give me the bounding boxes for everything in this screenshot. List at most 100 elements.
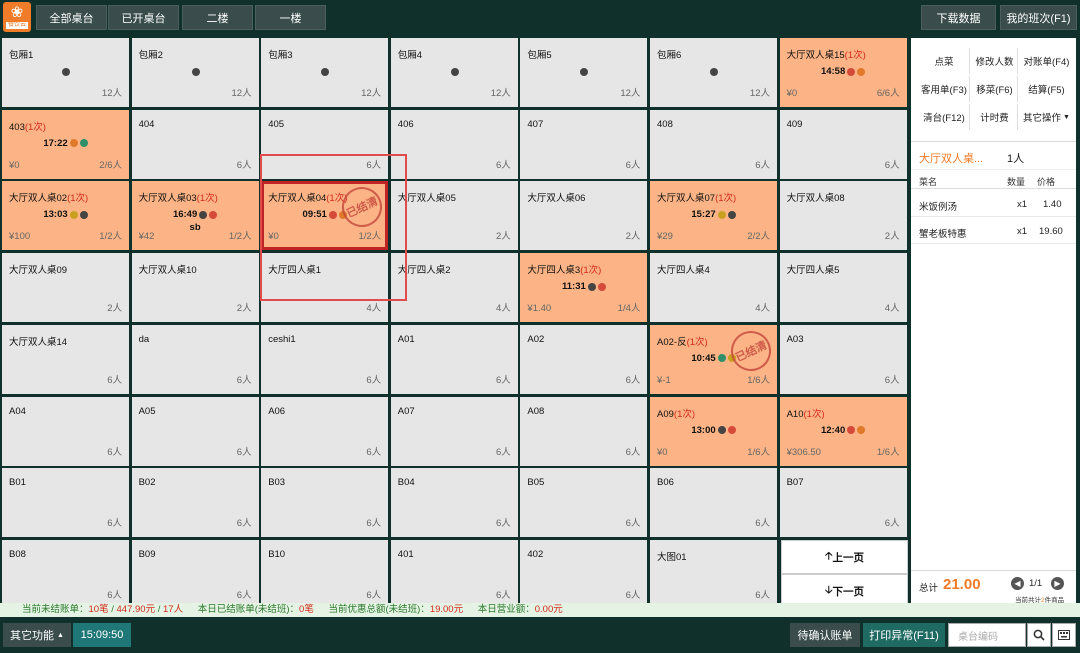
- table-cell[interactable]: A04 6人: [2, 396, 129, 466]
- table-name: A10(1次): [787, 406, 825, 420]
- tab-all-tables[interactable]: 全部桌台: [36, 5, 107, 30]
- pending-bills-button[interactable]: 待确认账单: [790, 623, 860, 647]
- other-functions-label: 其它功能: [10, 630, 55, 642]
- table-cell[interactable]: 402 6人: [520, 539, 648, 609]
- table-cell[interactable]: 404 6人: [131, 109, 259, 179]
- other-functions-button[interactable]: 其它功能 ▲: [3, 623, 71, 647]
- table-cell[interactable]: 包厢5 12人: [520, 38, 648, 107]
- guest-bill-button[interactable]: 客用单(F3): [919, 76, 969, 102]
- tab-floor-2[interactable]: 二楼: [182, 5, 253, 30]
- chevron-right-icon[interactable]: ▶: [1051, 577, 1064, 590]
- table-cell[interactable]: 大厅双人桌04(1次) 09:51 ¥0 1/2人 已结清: [261, 180, 389, 251]
- table-code-input[interactable]: 桌台编码: [948, 623, 1026, 647]
- table-cell[interactable]: 大图01 6人: [650, 539, 777, 609]
- table-capacity: 6人: [236, 446, 252, 458]
- other-ops-button[interactable]: 其它操作 ▼: [1017, 104, 1075, 130]
- table-cell[interactable]: B10 6人: [261, 539, 389, 609]
- tab-floor-1[interactable]: 一楼: [255, 5, 326, 30]
- keyboard-icon[interactable]: [1052, 623, 1076, 647]
- table-cell[interactable]: 包厢4 12人: [390, 38, 518, 107]
- clear-table-button[interactable]: 清台(F12): [919, 104, 969, 130]
- edit-people-button[interactable]: 修改人数: [969, 48, 1019, 74]
- table-cell[interactable]: 406 6人: [390, 109, 518, 179]
- table-cell[interactable]: ceshi1 6人: [261, 324, 389, 394]
- table-cell[interactable]: A01 6人: [390, 324, 518, 394]
- visit-count: (1次): [673, 408, 696, 420]
- table-cell[interactable]: A03 6人: [779, 324, 907, 394]
- search-icon[interactable]: [1027, 623, 1051, 647]
- table-cell[interactable]: da 6人: [131, 324, 259, 394]
- order-dish-button[interactable]: 点菜: [919, 48, 969, 74]
- table-name-text: A06: [268, 405, 286, 417]
- table-cell[interactable]: B09 6人: [131, 539, 259, 609]
- table-cell[interactable]: B02 6人: [131, 468, 259, 538]
- download-data-button[interactable]: 下载数据: [921, 5, 996, 30]
- table-cell[interactable]: 409 6人: [779, 109, 907, 179]
- table-cell[interactable]: 包厢3 12人: [261, 38, 389, 107]
- table-cell[interactable]: 大厅双人桌07(1次) 15:27 ¥29 2/2人: [650, 181, 777, 251]
- table-cell[interactable]: 包厢1 12人: [2, 38, 129, 107]
- table-cell[interactable]: A08 6人: [520, 396, 648, 466]
- move-dish-button[interactable]: 移菜(F6): [969, 76, 1019, 102]
- table-cell[interactable]: B08 6人: [2, 539, 129, 609]
- table-cell[interactable]: 大厅双人桌06 2人: [520, 181, 648, 251]
- table-cell[interactable]: A02-反(1次) 10:45 ¥-1 1/6人 已结清: [650, 324, 778, 394]
- order-row[interactable]: 蟹老板特惠 x1 19.60: [911, 218, 1076, 244]
- table-cell[interactable]: 401 6人: [390, 539, 518, 609]
- table-cell[interactable]: 大厅双人桌05 2人: [390, 181, 518, 251]
- table-cell[interactable]: 大厅四人桌5 4人: [779, 253, 907, 323]
- clock-display: 15:09:50: [73, 623, 131, 647]
- tab-open-tables[interactable]: 已开桌台: [108, 5, 179, 30]
- table-cell[interactable]: A06 6人: [261, 396, 389, 466]
- table-cell[interactable]: 包厢6 12人: [650, 38, 777, 107]
- table-cell[interactable]: B07 6人: [779, 468, 907, 538]
- table-name-text: 包厢5: [527, 50, 552, 61]
- table-cell[interactable]: B01 6人: [2, 468, 129, 538]
- status-icon: [328, 210, 337, 219]
- order-panel: 点菜 修改人数 对账单(F4) 客用单(F3) 移菜(F6) 结算(F5) 清台…: [911, 38, 1076, 604]
- table-status-line: 15:27: [650, 209, 777, 220]
- table-cell[interactable]: 大厅双人桌08 2人: [779, 181, 907, 251]
- table-cell[interactable]: 大厅双人桌03(1次) 16:49 sb ¥42 1/2人: [131, 181, 259, 251]
- table-cell[interactable]: 大厅四人桌3(1次) 11:31 ¥1.40 1/4人: [520, 253, 648, 323]
- table-cell[interactable]: 408 6人: [650, 109, 777, 179]
- order-qty: x1: [1017, 199, 1028, 210]
- table-cell[interactable]: 大厅四人桌2 4人: [390, 253, 518, 323]
- table-cell[interactable]: 大厅双人桌14 6人: [2, 324, 129, 394]
- table-cell[interactable]: B03 6人: [261, 468, 389, 538]
- table-name: B05: [527, 477, 544, 488]
- order-row[interactable]: 米饭例汤 x1 1.40: [911, 191, 1076, 217]
- table-name-text: 包厢1: [9, 50, 34, 61]
- table-cell[interactable]: 大厅双人桌15(1次) 14:58 ¥0 6/6人: [779, 38, 907, 107]
- table-cell[interactable]: 大厅双人桌09 2人: [2, 253, 129, 323]
- table-cell[interactable]: B05 6人: [520, 468, 648, 538]
- table-cell[interactable]: B04 6人: [390, 468, 518, 538]
- table-cell[interactable]: B06 6人: [650, 468, 777, 538]
- checkout-button[interactable]: 结算(F5): [1017, 76, 1075, 102]
- table-cell[interactable]: A05 6人: [131, 396, 259, 466]
- chevron-left-icon[interactable]: ◀: [1011, 577, 1024, 590]
- table-cell[interactable]: A02 6人: [520, 324, 648, 394]
- table-cell[interactable]: 包厢2 12人: [131, 38, 259, 107]
- table-cell[interactable]: A10(1次) 12:40 ¥306.50 1/6人: [779, 396, 907, 466]
- settled-label: 本日已结账单(未结班)：: [197, 604, 300, 615]
- table-cell[interactable]: 403(1次) 17:22 ¥0 2/6人: [2, 109, 129, 179]
- table-name: 大厅双人桌04(1次): [268, 190, 347, 204]
- print-error-button[interactable]: 打印异常(F11): [863, 623, 945, 647]
- statement-button[interactable]: 对账单(F4): [1017, 48, 1075, 74]
- table-cell[interactable]: 大厅双人桌02(1次) 13:03 ¥100 1/2人: [2, 181, 129, 251]
- table-name: 大厅四人桌4: [657, 262, 710, 276]
- table-cell[interactable]: A07 6人: [390, 396, 518, 466]
- table-cell[interactable]: 大厅双人桌10 2人: [131, 253, 259, 323]
- table-cell[interactable]: 大厅四人桌4 4人: [650, 253, 777, 323]
- prev-page-button[interactable]: 🡡 上一页: [781, 540, 908, 574]
- table-cell[interactable]: 大厅四人桌1 4人: [261, 253, 389, 323]
- table-cell[interactable]: 407 6人: [520, 109, 648, 179]
- my-shift-button[interactable]: 我的班次(F1): [1000, 5, 1077, 30]
- table-cell[interactable]: 405 6人: [261, 109, 389, 179]
- table-name: 407: [527, 119, 543, 130]
- table-cell[interactable]: A09(1次) 13:00 ¥0 1/6人: [650, 396, 777, 466]
- table-name-text: B06: [657, 477, 674, 489]
- unpaid-label: 当前未结账单：: [22, 604, 89, 615]
- timer-fee-button[interactable]: 计时费: [969, 104, 1019, 130]
